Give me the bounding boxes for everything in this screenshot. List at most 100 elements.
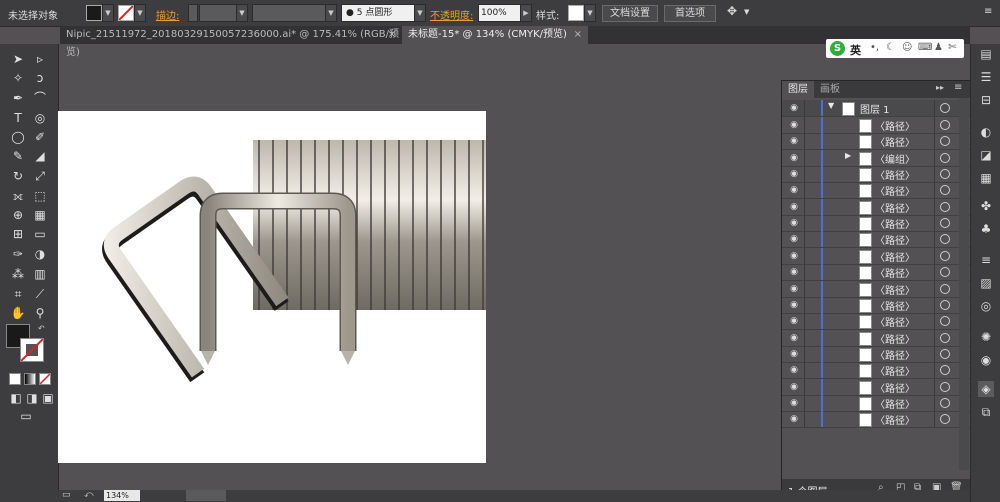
panel-menu-icon[interactable]: ≡ [984,6,994,20]
visibility-eye-icon[interactable]: ◉ [787,101,801,115]
lock-toggle[interactable] [806,182,819,198]
layer-name[interactable]: 〈编组〉 [875,151,915,166]
gradient-tool-icon[interactable]: ▭ [32,226,48,242]
tab-untitled-15[interactable]: 未标题-15* @ 134% (CMYK/预览) × [402,26,588,44]
collapse-panel-icon[interactable]: ▸▸ [936,83,944,92]
draw-normal-icon[interactable]: ◧ [8,390,24,406]
layer-name[interactable]: 〈路径〉 [875,412,915,427]
target-circle-icon[interactable] [940,381,950,392]
layer-row[interactable]: ◉ 〈路径〉 [782,378,970,396]
lasso-icon[interactable]: ↄ [32,70,48,86]
transform-icon[interactable]: ◉ [978,352,994,368]
style-dropdown-icon[interactable]: ▼ [584,4,596,22]
stroke-weight-input[interactable] [199,4,237,22]
panel-menu-icon[interactable]: ≡ [954,82,962,93]
target-circle-icon[interactable] [940,234,950,245]
visibility-eye-icon[interactable]: ◉ [787,134,801,148]
expand-triangle-icon[interactable]: ▼ [828,101,834,110]
target-circle-icon[interactable] [940,283,950,294]
lock-toggle[interactable] [806,346,819,362]
layer-name[interactable]: 〈路径〉 [875,331,915,346]
eraser-icon[interactable]: ◢ [32,148,48,164]
variable-width-profile[interactable] [252,4,326,22]
lock-toggle[interactable] [806,264,819,280]
target-circle-icon[interactable] [940,169,950,180]
layer-row[interactable]: ◉ 〈路径〉 [782,215,970,233]
profile-dropdown-icon[interactable]: ▼ [325,4,337,22]
none-mode-icon[interactable] [39,373,51,385]
layer-name[interactable]: 〈路径〉 [875,380,915,395]
appearance-icon[interactable]: ▨ [978,275,994,291]
expand-triangle-icon[interactable]: ▶ [845,151,851,160]
layer-name[interactable]: 〈路径〉 [875,298,915,313]
target-circle-icon[interactable] [940,218,950,229]
swatches-icon[interactable]: ▦ [978,170,994,186]
slice-tool-icon[interactable]: ⟋ [32,286,48,302]
layer-name[interactable]: 〈路径〉 [875,232,915,247]
keyboard-icon[interactable]: ⌨ [918,42,932,53]
gradient-icon[interactable]: ◐ [978,124,994,140]
layer-row[interactable]: ◉ 〈路径〉 [782,264,970,282]
free-transform-icon[interactable]: ⬚ [32,188,48,204]
fill-dropdown-icon[interactable]: ▼ [102,4,114,22]
layer-name[interactable]: 〈路径〉 [875,396,915,411]
blend-tool-icon[interactable]: ◑ [32,246,48,262]
arrange-dropdown-icon[interactable]: ▼ [744,4,754,20]
visibility-eye-icon[interactable]: ◉ [787,282,801,296]
layer-row[interactable]: ◉ 〈路径〉 [782,231,970,249]
lock-toggle[interactable] [806,330,819,346]
rotate-tool-icon[interactable]: ↻ [10,168,26,184]
layer-row[interactable]: ◉ 〈路径〉 [782,345,970,363]
stroke-icon[interactable]: ≡ [978,252,994,268]
ime-mode-label[interactable]: 英 [850,42,861,58]
stroke-color-box[interactable] [20,338,44,362]
visibility-eye-icon[interactable]: ◉ [787,347,801,361]
shape-builder-icon[interactable]: ⊕ [10,207,26,223]
layer-name[interactable]: 〈路径〉 [875,183,915,198]
layer-row[interactable]: ◉ ▶ 〈编组〉 [782,149,970,167]
visibility-eye-icon[interactable]: ◉ [787,396,801,410]
target-circle-icon[interactable] [940,348,950,359]
paintbrush-icon[interactable]: ✐ [32,129,48,145]
target-circle-icon[interactable] [940,299,950,310]
lock-toggle[interactable] [806,215,819,231]
lock-toggle[interactable] [806,231,819,247]
fill-swatch[interactable] [86,5,102,21]
target-circle-icon[interactable] [940,397,950,408]
stroke-swatch[interactable] [118,5,134,21]
target-circle-icon[interactable] [940,332,950,343]
target-circle-icon[interactable] [940,365,950,376]
brushes-icon[interactable]: ✤ [978,198,994,214]
visibility-eye-icon[interactable]: ◉ [787,412,801,426]
layer-name[interactable]: 〈路径〉 [875,216,915,231]
perspective-grid-icon[interactable]: ▦ [32,207,48,223]
type-tool-icon[interactable]: T [10,110,26,126]
layer-name[interactable]: 〈路径〉 [875,265,915,280]
layer-row[interactable]: ◉ 〈路径〉 [782,166,970,184]
lock-toggle[interactable] [806,281,819,297]
hand-tool-icon[interactable]: ✋ [10,305,26,321]
lock-toggle[interactable] [806,150,819,166]
layer-row[interactable]: ◉ 〈路径〉 [782,394,970,412]
layer-row[interactable]: ◉ 〈路径〉 [782,362,970,380]
column-graph-icon[interactable]: ▥ [32,266,48,282]
layers-scrollbar[interactable] [959,98,969,470]
artboard-tool-icon[interactable]: ⌗ [10,286,26,302]
zoom-out-icon[interactable]: ▭ [62,490,71,500]
visibility-eye-icon[interactable]: ◉ [787,232,801,246]
close-icon[interactable]: × [388,26,396,44]
visibility-eye-icon[interactable]: ◉ [787,118,801,132]
user-icon[interactable]: ♟ [934,42,943,53]
layer-row[interactable]: ◉ 〈路径〉 [782,296,970,314]
color-guide-icon[interactable]: ▤ [978,46,994,62]
lock-toggle[interactable] [806,362,819,378]
layer-name[interactable]: 〈路径〉 [875,118,915,133]
layer-name[interactable]: 〈路径〉 [875,363,915,378]
visibility-eye-icon[interactable]: ◉ [787,151,801,165]
layer-row[interactable]: ◉ 〈路径〉 [782,411,970,429]
artboard-number-input[interactable] [186,490,226,501]
target-circle-icon[interactable] [940,316,950,327]
tab-nipic-document[interactable]: Nipic_21511972_20180329150057236000.ai* … [60,26,402,58]
artboards-icon[interactable]: ⧉ [978,404,994,420]
lock-toggle[interactable] [806,411,819,427]
